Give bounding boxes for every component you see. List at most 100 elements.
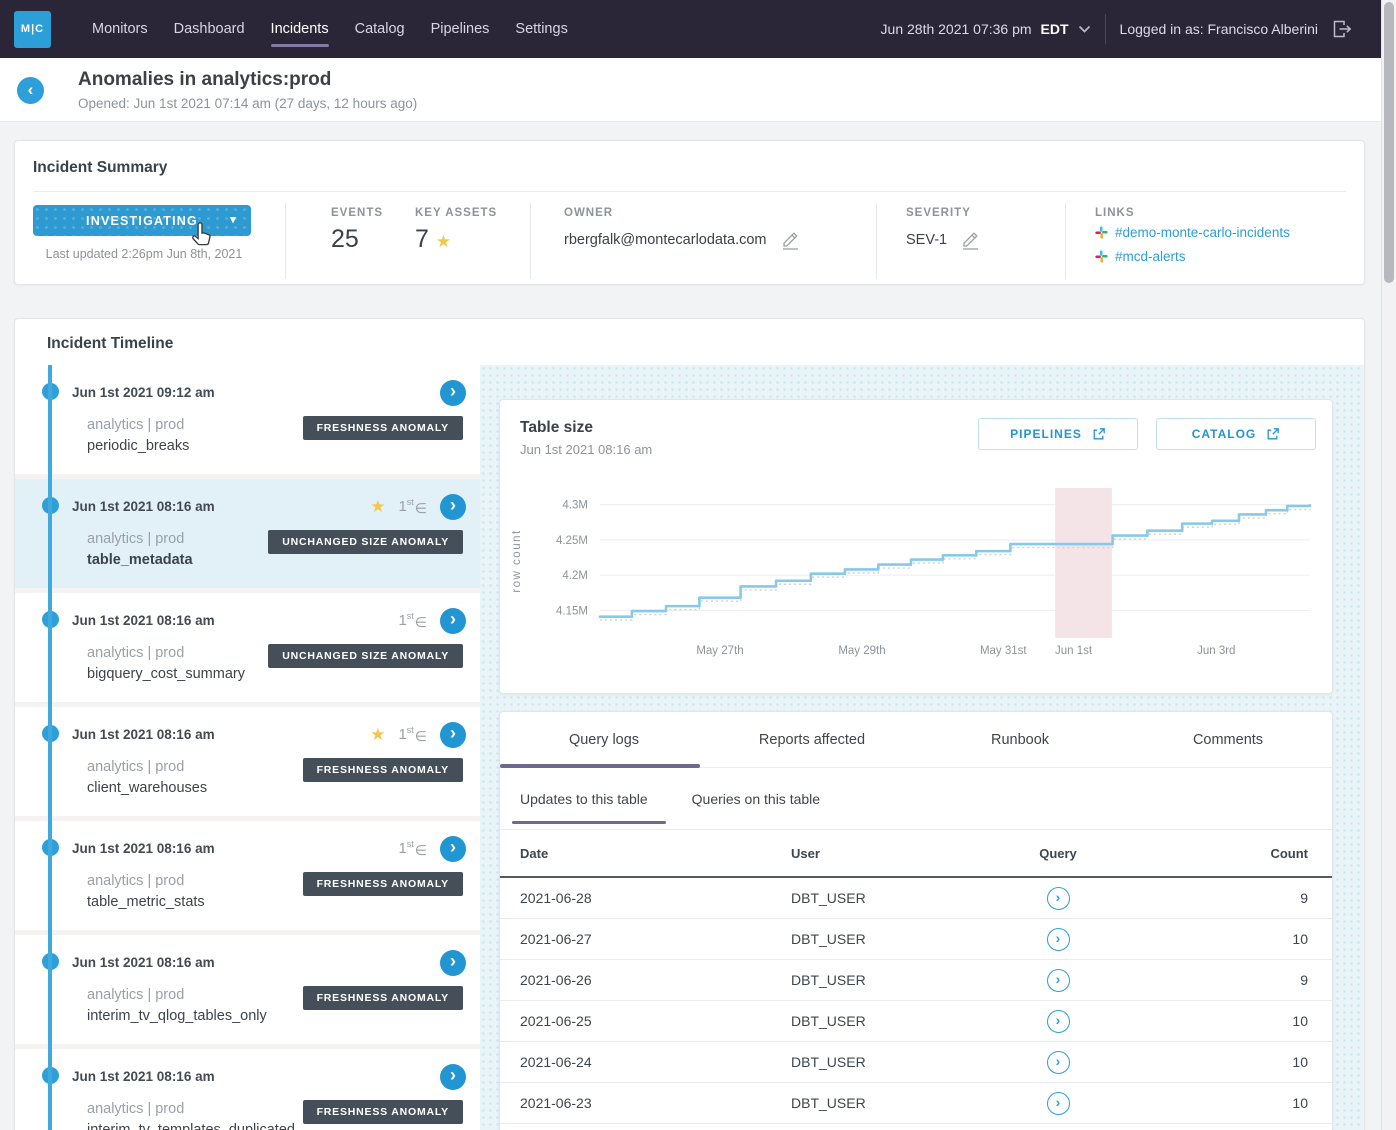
nav-divider bbox=[1105, 14, 1106, 44]
timeline-item[interactable]: Jun 1st 2021 09:12 am › FRESHNESS ANOMAL… bbox=[15, 365, 480, 474]
event-date: Jun 1st 2021 09:12 am bbox=[72, 385, 215, 400]
svg-text:4.3M: 4.3M bbox=[562, 500, 588, 512]
svg-text:Jun 1st: Jun 1st bbox=[1055, 645, 1093, 657]
slack-channel-link[interactable]: #mcd-alerts bbox=[1095, 249, 1290, 264]
table-size-panel: Table size Jun 1st 2021 08:16 am PIPELIN… bbox=[499, 399, 1333, 694]
event-table-name: interim_tv_qlog_tables_only bbox=[87, 1008, 267, 1024]
timeline-list: Jun 1st 2021 09:12 am › FRESHNESS ANOMAL… bbox=[15, 365, 480, 1130]
edit-severity-pencil-icon[interactable] bbox=[959, 229, 981, 251]
nav-item-dashboard[interactable]: Dashboard bbox=[161, 0, 258, 58]
edit-owner-pencil-icon[interactable] bbox=[779, 229, 801, 251]
chevron-right-icon: › bbox=[1056, 930, 1061, 946]
open-event-button[interactable]: › bbox=[440, 1064, 466, 1090]
severity-value: SEV-1 bbox=[906, 229, 981, 251]
incident-summary-card: Incident Summary INVESTIGATING ▾ Last up… bbox=[14, 140, 1365, 285]
logout-icon[interactable] bbox=[1330, 17, 1354, 41]
tab-runbook[interactable]: Runbook bbox=[916, 712, 1124, 767]
chevron-right-icon: › bbox=[450, 495, 456, 516]
cell-user: DBT_USER bbox=[791, 972, 971, 988]
view-query-button[interactable]: › bbox=[1047, 887, 1070, 910]
timeline-item[interactable]: Jun 1st 2021 08:16 am 1st∈ › FRESHNESS A… bbox=[15, 821, 480, 930]
slack-channel-link[interactable]: #demo-monte-carlo-incidents bbox=[1095, 225, 1290, 240]
open-event-button[interactable]: › bbox=[440, 380, 466, 406]
cell-date: 2021-06-26 bbox=[520, 972, 791, 988]
nav-item-incidents[interactable]: Incidents bbox=[258, 0, 342, 58]
cell-count: 10 bbox=[1145, 1095, 1308, 1111]
event-table-name: periodic_breaks bbox=[87, 438, 189, 454]
table-row: 2021-06-23 DBT_USER › 10 bbox=[500, 1083, 1332, 1124]
chevron-right-icon: › bbox=[1056, 1094, 1061, 1110]
tab-comments[interactable]: Comments bbox=[1124, 712, 1332, 767]
timeline-item[interactable]: Jun 1st 2021 08:16 am 1st∈ › UNCHANGED S… bbox=[15, 593, 480, 702]
subtab-updates-to-this-table[interactable]: Updates to this table bbox=[516, 768, 652, 829]
view-query-button[interactable]: › bbox=[1047, 969, 1070, 992]
open-event-button[interactable]: › bbox=[440, 608, 466, 634]
table-row: 2021-06-28 DBT_USER › 9 bbox=[500, 878, 1332, 919]
view-query-button[interactable]: › bbox=[1047, 1051, 1070, 1074]
event-date: Jun 1st 2021 08:16 am bbox=[72, 727, 215, 742]
caret-down-icon: ▾ bbox=[230, 213, 237, 226]
tab-reports-affected[interactable]: Reports affected bbox=[708, 712, 916, 767]
event-table-name: interim_tv_templates_duplicated bbox=[87, 1122, 295, 1130]
timeline-item[interactable]: Jun 1st 2021 08:16 am › FRESHNESS ANOMAL… bbox=[15, 935, 480, 1044]
open-event-button[interactable]: › bbox=[440, 722, 466, 748]
view-query-button[interactable]: › bbox=[1047, 1092, 1070, 1115]
chevron-right-icon: › bbox=[1056, 889, 1061, 905]
external-link-icon bbox=[1092, 427, 1106, 441]
nav-item-pipelines[interactable]: Pipelines bbox=[418, 0, 503, 58]
first-in-lineage-icon: 1st∈ bbox=[398, 612, 427, 631]
nav-items: Monitors Dashboard Incidents Catalog Pip… bbox=[79, 0, 581, 58]
row-count-chart[interactable]: 4.15M4.2M4.25M4.3MMay 27thMay 29thMay 31… bbox=[504, 478, 1326, 673]
timezone-text: EDT bbox=[1041, 21, 1069, 37]
subtab-queries-on-this-table[interactable]: Queries on this table bbox=[688, 768, 824, 829]
catalog-button[interactable]: CATALOG bbox=[1156, 418, 1316, 450]
nav-item-monitors[interactable]: Monitors bbox=[79, 0, 161, 58]
timeline-item-selected[interactable]: Jun 1st 2021 08:16 am ★ 1st∈ › UNCHANGED… bbox=[15, 479, 480, 588]
scrollbar-thumb[interactable] bbox=[1384, 2, 1394, 283]
event-table-name: bigquery_cost_summary bbox=[87, 666, 245, 682]
back-button[interactable]: ‹ bbox=[17, 77, 44, 104]
links-label: LINKS bbox=[1095, 207, 1135, 219]
view-query-button[interactable]: › bbox=[1047, 928, 1070, 951]
table-size-title: Table size bbox=[520, 419, 593, 437]
open-event-button[interactable]: › bbox=[440, 950, 466, 976]
monte-carlo-logo[interactable]: M|C bbox=[14, 11, 51, 48]
pipelines-button[interactable]: PIPELINES bbox=[978, 418, 1138, 450]
column-date: Date bbox=[520, 846, 791, 861]
first-in-lineage-icon: 1st∈ bbox=[398, 726, 427, 745]
timeline-item[interactable]: Jun 1st 2021 08:16 am › FRESHNESS ANOMAL… bbox=[15, 1049, 480, 1130]
datetime-selector[interactable]: Jun 28th 2021 07:36 pm EDT bbox=[881, 21, 1091, 37]
cell-count: 9 bbox=[1145, 972, 1308, 988]
cell-count: 10 bbox=[1145, 1013, 1308, 1029]
cell-date: 2021-06-23 bbox=[520, 1095, 791, 1111]
event-schema: analytics | prod bbox=[87, 531, 184, 547]
chevron-right-icon: › bbox=[1056, 1053, 1061, 1069]
anomaly-type-badge: FRESHNESS ANOMALY bbox=[303, 986, 463, 1010]
view-query-button[interactable]: › bbox=[1047, 1010, 1070, 1033]
event-schema: analytics | prod bbox=[87, 873, 184, 889]
chevron-right-icon: › bbox=[450, 381, 456, 402]
nav-item-catalog[interactable]: Catalog bbox=[342, 0, 418, 58]
chevron-right-icon: › bbox=[450, 1065, 456, 1086]
chevron-right-icon: › bbox=[450, 951, 456, 972]
status-last-updated: Last updated 2:26pm Jun 8th, 2021 bbox=[39, 247, 249, 261]
column-count: Count bbox=[1145, 846, 1308, 861]
severity-label: SEVERITY bbox=[906, 207, 971, 219]
owner-value: rbergfalk@montecarlodata.com bbox=[564, 229, 801, 251]
timeline-item[interactable]: Jun 1st 2021 08:16 am ★ 1st∈ › FRESHNESS… bbox=[15, 707, 480, 816]
open-event-button[interactable]: › bbox=[440, 494, 466, 520]
cell-user: DBT_USER bbox=[791, 1013, 971, 1029]
event-date: Jun 1st 2021 08:16 am bbox=[72, 499, 215, 514]
vertical-scrollbar[interactable] bbox=[1381, 0, 1396, 1130]
open-event-button[interactable]: › bbox=[440, 836, 466, 862]
external-link-icon bbox=[1266, 427, 1280, 441]
column-user: User bbox=[791, 846, 971, 861]
event-table-name: table_metadata bbox=[87, 552, 193, 568]
anomaly-type-badge: FRESHNESS ANOMALY bbox=[303, 416, 463, 440]
nav-item-settings[interactable]: Settings bbox=[502, 0, 580, 58]
cell-user: DBT_USER bbox=[791, 931, 971, 947]
status-dropdown-button[interactable]: INVESTIGATING ▾ bbox=[33, 205, 251, 236]
tab-query-logs[interactable]: Query logs bbox=[500, 712, 708, 767]
svg-text:May 27th: May 27th bbox=[696, 645, 743, 657]
slack-icon bbox=[1095, 226, 1108, 239]
